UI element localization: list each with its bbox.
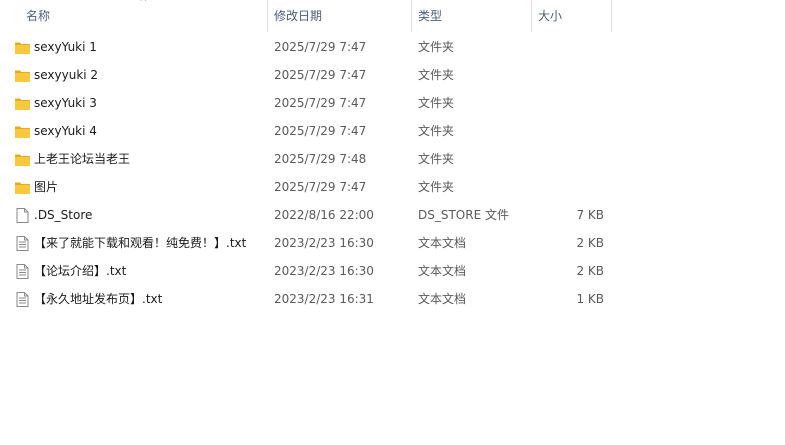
file-name-cell[interactable]: sexyyuki 2 [14,61,264,89]
file-type: 文件夹 [418,40,455,54]
file-name-cell[interactable]: 图片 [14,173,264,201]
column-header-size[interactable]: 大小 [532,0,612,32]
file-size: 7 KB [576,208,604,222]
file-type: 文本文档 [418,236,467,250]
blank-file-icon [14,206,31,223]
file-row[interactable]: 【永久地址发布页】.txt 2023/2/23 16:31 文本文档 1 KB [0,285,785,313]
file-name: sexyYuki 4 [34,124,97,138]
file-date-modified: 2023/2/23 16:30 [274,264,374,278]
text-file-icon [14,262,31,279]
column-header-name[interactable]: 名称 [20,0,268,32]
file-type: 文件夹 [418,68,455,82]
file-size [532,117,604,145]
file-date-modified: 2025/7/29 7:47 [274,124,367,138]
column-header-date-modified[interactable]: 修改日期 [268,0,412,32]
file-date-modified: 2025/7/29 7:47 [274,96,367,110]
file-size: 2 KB [576,236,604,250]
folder-icon [14,178,31,195]
file-name: 【论坛介绍】.txt [34,264,127,278]
file-date-modified: 2022/8/16 22:00 [274,208,374,222]
file-size [532,89,604,117]
file-row[interactable]: sexyyuki 2 2025/7/29 7:47 文件夹 [0,61,785,89]
file-row[interactable]: 【论坛介绍】.txt 2023/2/23 16:30 文本文档 2 KB [0,257,785,285]
file-type: 文件夹 [418,152,455,166]
file-name-cell[interactable]: sexyYuki 3 [14,89,264,117]
file-date-modified: 2025/7/29 7:47 [274,180,367,194]
file-type: 文件夹 [418,124,455,138]
file-name-cell[interactable]: sexyYuki 1 [14,33,264,61]
file-size: 2 KB [576,264,604,278]
file-date-modified: 2023/2/23 16:30 [274,236,374,250]
text-file-icon [14,234,31,251]
folder-icon [14,94,31,111]
file-row[interactable]: sexyYuki 3 2025/7/29 7:47 文件夹 [0,89,785,117]
file-row[interactable]: 【来了就能下载和观看！纯免费！】.txt 2023/2/23 16:30 文本文档 2… [0,229,785,257]
folder-icon [14,150,31,167]
file-name-cell[interactable]: sexyYuki 4 [14,117,264,145]
file-name: 图片 [34,180,59,194]
file-size [532,33,604,61]
file-row[interactable]: sexyYuki 4 2025/7/29 7:47 文件夹 [0,117,785,145]
file-type: 文件夹 [418,96,455,110]
file-date-modified: 2025/7/29 7:47 [274,40,367,54]
file-name-cell[interactable]: 上老王论坛当老王 [14,145,264,173]
file-row[interactable]: sexyYuki 1 2025/7/29 7:47 文件夹 [0,33,785,61]
file-name: sexyYuki 1 [34,40,97,54]
file-type: 文本文档 [418,292,467,306]
file-date-modified: 2023/2/23 16:31 [274,292,374,306]
file-name-cell[interactable]: .DS_Store [14,201,264,229]
file-size [532,173,604,201]
column-header-bar: ^ 名称 修改日期 类型 大小 [0,0,785,32]
file-row[interactable]: .DS_Store 2022/8/16 22:00 DS_STORE 文件 7 KB [0,201,785,229]
file-row[interactable]: 图片 2025/7/29 7:47 文件夹 [0,173,785,201]
file-name: 【永久地址发布页】.txt [34,292,163,306]
file-name: 上老王论坛当老王 [34,152,131,166]
file-row[interactable]: 上老王论坛当老王 2025/7/29 7:48 文件夹 [0,145,785,173]
folder-icon [14,66,31,83]
file-name: sexyYuki 3 [34,96,97,110]
file-name-cell[interactable]: 【论坛介绍】.txt [14,257,264,285]
file-date-modified: 2025/7/29 7:47 [274,68,367,82]
file-type: 文本文档 [418,264,467,278]
file-name-cell[interactable]: 【永久地址发布页】.txt [14,285,264,313]
folder-icon [14,122,31,139]
file-type: DS_STORE 文件 [418,208,509,222]
file-size: 1 KB [576,292,604,306]
file-type: 文件夹 [418,180,455,194]
file-name: sexyyuki 2 [34,68,99,82]
file-date-modified: 2025/7/29 7:48 [274,152,367,166]
file-name-cell[interactable]: 【来了就能下载和观看！纯免费！】.txt [14,229,264,257]
column-header-type[interactable]: 类型 [412,0,532,32]
file-size [532,61,604,89]
text-file-icon [14,290,31,307]
file-size [532,145,604,173]
file-name: 【来了就能下载和观看！纯免费！】.txt [34,236,247,250]
folder-icon [14,38,31,55]
file-name: .DS_Store [34,208,93,222]
